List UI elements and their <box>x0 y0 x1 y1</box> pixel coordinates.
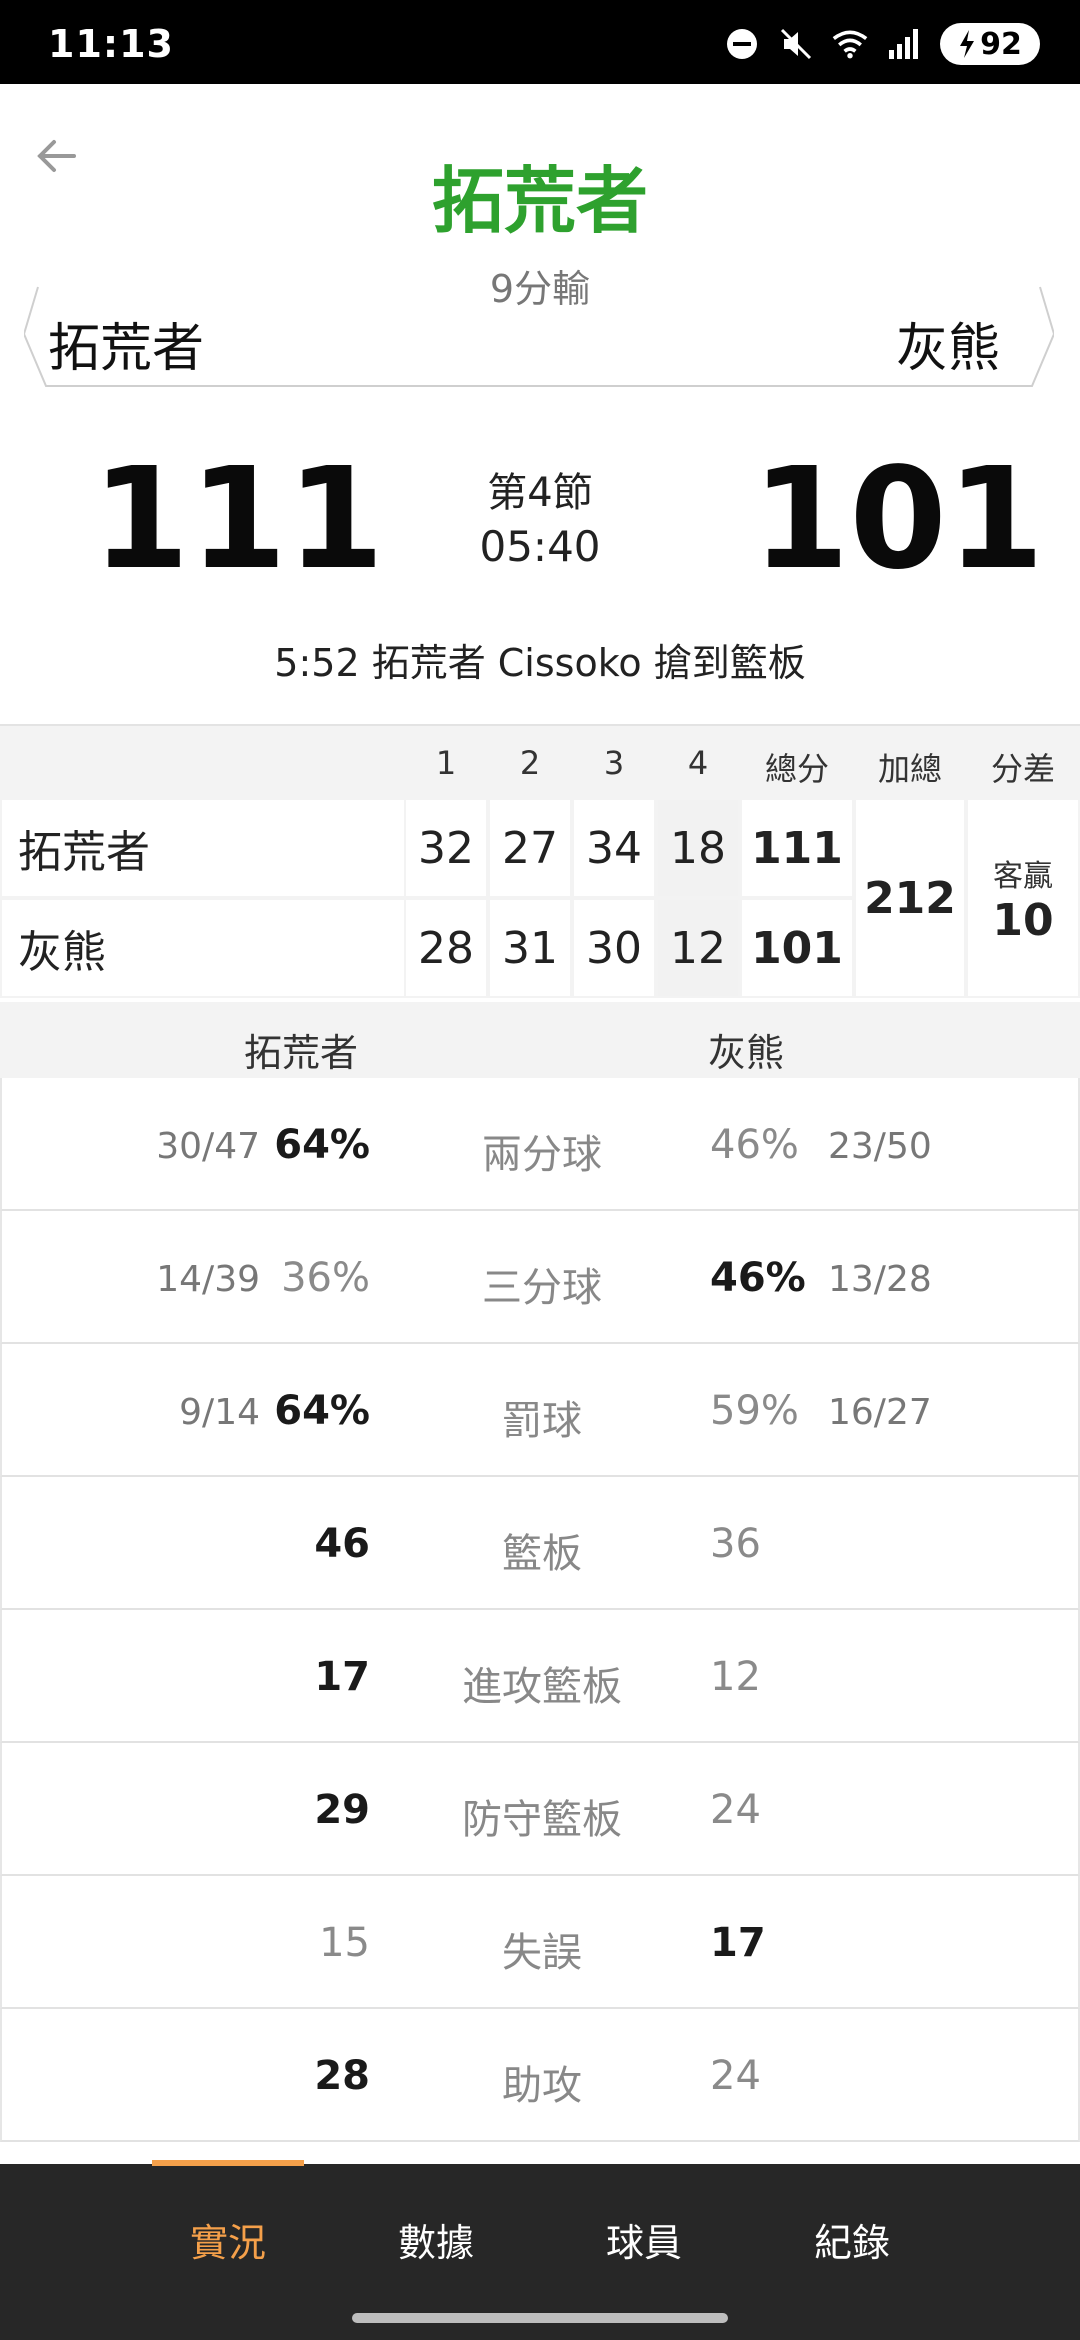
last-play: 5:52 拓荒者 Cissoko 搶到籃板 <box>274 641 806 685</box>
home-team-name[interactable]: 拓荒者 <box>48 306 204 381</box>
bottom-tab-bar: 實況 數據 球員 紀錄 <box>0 2164 1080 2294</box>
stat-label: 助攻 <box>502 2063 582 2109</box>
total-score: 101 <box>742 900 852 996</box>
away-stat-fraction: 16/27 <box>828 1392 932 1433</box>
stats-home-team: 拓荒者 <box>244 1031 359 1075</box>
stat-row: 30/47 64% 兩分球 46% 23/50 <box>0 1078 1080 1211</box>
stat-label: 失誤 <box>502 1930 582 1976</box>
away-stat-fraction: 23/50 <box>828 1126 932 1167</box>
stat-row: 14/39 36% 三分球 46% 13/28 <box>0 1211 1080 1344</box>
score-difference: 客贏 10 <box>968 800 1078 996</box>
battery-level: 92 <box>980 26 1022 62</box>
signal-icon <box>886 26 922 62</box>
q2-score: 31 <box>490 900 570 996</box>
stats-header: 拓荒者 灰熊 <box>0 1002 1080 1078</box>
tab-players[interactable]: 球員 <box>564 2212 724 2267</box>
col-header-diff: 分差 <box>990 750 1055 788</box>
dnd-icon <box>724 26 760 62</box>
away-stat-value: 17 <box>710 1920 766 1966</box>
row-team-name: 拓荒者 <box>2 800 404 896</box>
col-header-q4: 4 <box>687 744 709 782</box>
status-bar: 11:13 92 <box>0 0 1080 84</box>
away-stat-value: 24 <box>710 2053 761 2099</box>
status-icons: 92 <box>724 22 1040 66</box>
stat-row: 15 失誤 17 <box>0 1876 1080 2009</box>
col-header-q1: 1 <box>435 744 457 782</box>
quarter-score-table: 1 2 3 4 總分 加總 分差 拓荒者 32 27 34 18 111 灰熊 … <box>0 724 1080 998</box>
away-stat-value: 12 <box>710 1654 761 1700</box>
quarter-table-body: 拓荒者 32 27 34 18 111 灰熊 28 31 30 12 101 2… <box>0 798 1080 998</box>
stat-row: 28 助攻 24 <box>0 2009 1080 2142</box>
stat-label: 進攻籃板 <box>462 1664 622 1710</box>
stats-away-team: 灰熊 <box>708 1031 785 1075</box>
diff-label: 客贏 <box>993 858 1053 894</box>
q4-score: 18 <box>658 800 738 896</box>
away-stat-value: 59% <box>710 1388 799 1434</box>
home-gesture-bar[interactable] <box>352 2313 728 2323</box>
tab-live[interactable]: 實況 <box>148 2212 308 2267</box>
mute-icon <box>778 26 814 62</box>
q4-score: 12 <box>658 900 738 996</box>
stats-list: 30/47 64% 兩分球 46% 23/50 14/39 36% 三分球 46… <box>0 1078 1080 2142</box>
total-score: 111 <box>742 800 852 896</box>
col-header-total: 總分 <box>764 750 829 788</box>
away-stat-value: 36 <box>710 1521 761 1567</box>
battery-indicator: 92 <box>940 23 1040 65</box>
combined-score: 212 <box>856 800 964 996</box>
stat-row: 29 防守籃板 24 <box>0 1743 1080 1876</box>
away-score: 101 <box>752 438 1045 601</box>
q3-score: 34 <box>574 800 654 896</box>
q3-score: 30 <box>574 900 654 996</box>
away-stat-fraction: 13/28 <box>828 1259 932 1300</box>
stat-label: 防守籃板 <box>462 1797 622 1843</box>
away-stat-value: 24 <box>710 1787 761 1833</box>
q1-score: 28 <box>406 900 486 996</box>
wifi-icon <box>832 26 868 62</box>
col-header-sum: 加總 <box>877 750 942 788</box>
active-tab-indicator <box>152 2160 304 2166</box>
q2-score: 27 <box>490 800 570 896</box>
quarter-table-header: 1 2 3 4 總分 加總 分差 <box>0 724 1080 798</box>
stat-label: 籃板 <box>502 1531 582 1577</box>
tab-stats[interactable]: 數據 <box>356 2212 516 2267</box>
diff-value: 10 <box>992 894 1054 946</box>
winner-title: 拓荒者 <box>431 159 648 243</box>
status-time: 11:13 <box>48 22 174 66</box>
stat-row: 9/14 64% 罰球 59% 16/27 <box>0 1344 1080 1477</box>
col-header-q2: 2 <box>519 744 541 782</box>
q1-score: 32 <box>406 800 486 896</box>
charging-icon <box>960 30 975 58</box>
col-header-q3: 3 <box>603 744 625 782</box>
tab-records[interactable]: 紀錄 <box>772 2212 932 2267</box>
away-stat-value: 46% <box>710 1122 799 1168</box>
row-team-name: 灰熊 <box>2 900 404 996</box>
away-stat-value: 46% <box>710 1255 806 1301</box>
stat-row: 17 進攻籃板 12 <box>0 1610 1080 1743</box>
away-team-name[interactable]: 灰熊 <box>896 306 1000 381</box>
stat-row: 46 籃板 36 <box>0 1477 1080 1610</box>
